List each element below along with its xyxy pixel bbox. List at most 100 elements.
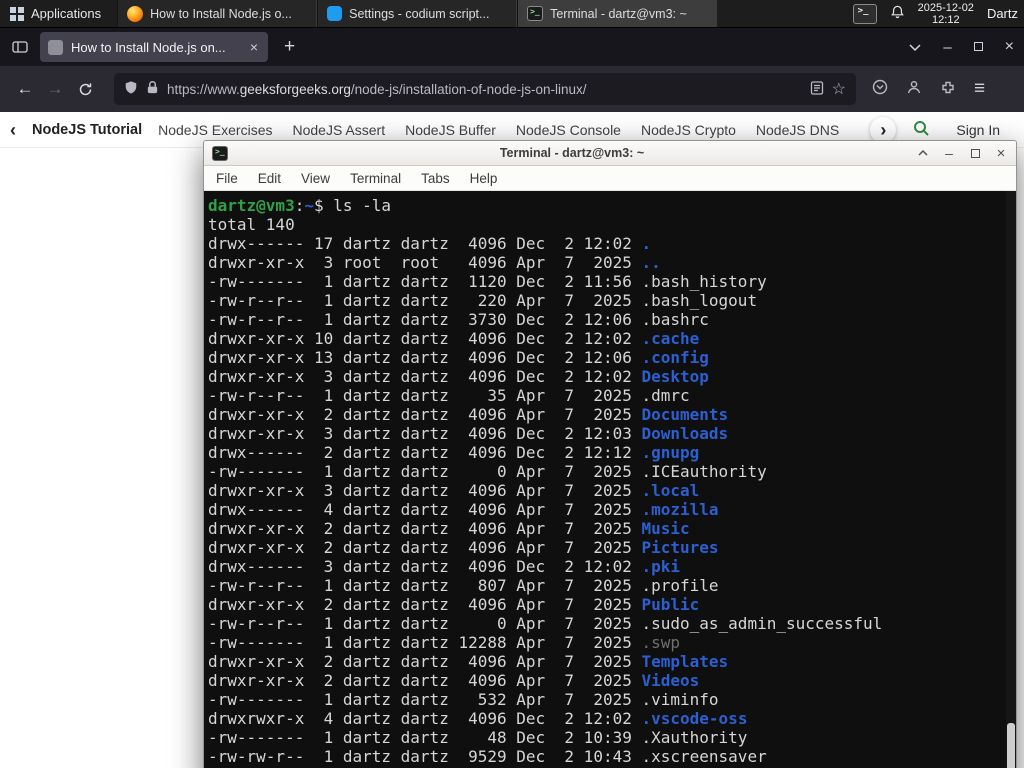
terminal-line: -rw------- 1 dartz dartz 12288 Apr 7 202… bbox=[208, 633, 681, 652]
menu-help[interactable]: Help bbox=[460, 171, 508, 186]
terminal-maximize-icon bbox=[970, 148, 980, 158]
applications-menu-button[interactable]: Applications bbox=[0, 0, 111, 27]
terminal-minimize-button[interactable]: – bbox=[942, 145, 956, 161]
maximize-icon bbox=[973, 42, 983, 51]
new-tab-button[interactable]: + bbox=[284, 36, 295, 58]
gfg-links: NodeJS Exercises NodeJS Assert NodeJS Buff… bbox=[158, 122, 854, 138]
list-tabs-chevron-icon[interactable] bbox=[909, 38, 921, 56]
sign-in-button[interactable]: Sign In bbox=[956, 122, 1000, 138]
terminal-line: -rw------- 1 dartz dartz 48 Dec 2 10:39 … bbox=[208, 728, 748, 747]
nav-link[interactable]: NodeJS Crypto bbox=[641, 122, 736, 138]
nav-link[interactable]: NodeJS Assert bbox=[293, 122, 386, 138]
nav-link[interactable]: NodeJS Console bbox=[516, 122, 621, 138]
browser-toolbar: ← → https://www.geeksforgeeks.org/node-j… bbox=[0, 66, 1024, 112]
browser-tab[interactable]: How to Install Node.js on... × bbox=[40, 32, 268, 62]
terminal-line: drwxr-xr-x 2 dartz dartz 4096 Apr 7 2025… bbox=[208, 405, 729, 424]
nav-link-primary[interactable]: NodeJS Tutorial bbox=[32, 122, 142, 138]
clock[interactable]: 2025-12-02 12:12 bbox=[918, 2, 974, 26]
top-panel: Applications How to Install Node.js o...… bbox=[0, 0, 1024, 28]
terminal-line: drwx------ 3 dartz dartz 4096 Dec 2 12:0… bbox=[208, 557, 681, 576]
terminal-line: -rw-r--r-- 1 dartz dartz 3730 Dec 2 12:0… bbox=[208, 310, 709, 329]
terminal-line: -rw------- 1 dartz dartz 532 Apr 7 2025 … bbox=[208, 690, 719, 709]
menu-tabs[interactable]: Tabs bbox=[411, 171, 460, 186]
tab-favicon bbox=[48, 39, 63, 55]
back-button[interactable]: ← bbox=[10, 74, 40, 104]
menu-edit[interactable]: Edit bbox=[248, 171, 291, 186]
tray-terminal-icon[interactable] bbox=[852, 3, 877, 24]
terminal-menubar: File Edit View Terminal Tabs Help bbox=[204, 166, 1016, 191]
terminal-maximize-button[interactable] bbox=[968, 148, 982, 158]
search-icon[interactable] bbox=[912, 119, 930, 140]
terminal-close-button[interactable]: × bbox=[994, 145, 1008, 162]
taskbar-button-terminal[interactable]: Terminal - dartz@vm3: ~ bbox=[517, 0, 718, 27]
terminal-scrollbar-thumb[interactable] bbox=[1007, 723, 1015, 768]
firefox-icon bbox=[127, 5, 144, 22]
codium-icon bbox=[327, 6, 343, 21]
account-icon[interactable] bbox=[906, 79, 922, 100]
nav-scroll-right-icon: › bbox=[880, 119, 887, 140]
desktop: Applications How to Install Node.js o...… bbox=[0, 0, 1024, 768]
terminal-line: drwxr-xr-x 13 dartz dartz 4096 Dec 2 12:… bbox=[208, 348, 709, 367]
terminal-line: drwxr-xr-x 2 dartz dartz 4096 Apr 7 2025… bbox=[208, 671, 700, 690]
terminal-line: drwx------ 17 dartz dartz 4096 Dec 2 12:… bbox=[208, 234, 652, 253]
url-bar[interactable]: https://www.geeksforgeeks.org/node-js/in… bbox=[114, 73, 856, 105]
extensions-icon[interactable] bbox=[940, 79, 956, 100]
window-controls: – × bbox=[909, 38, 1014, 56]
taskbar-button-codium[interactable]: Settings - codium script... bbox=[317, 0, 518, 27]
terminal-body[interactable]: dartz@vm3:~$ ls -la total 140 drwx------ 1… bbox=[204, 191, 1016, 768]
url-path: /node-js/installation-of-node-js-on-linu… bbox=[350, 81, 587, 97]
menu-terminal[interactable]: Terminal bbox=[340, 171, 411, 186]
terminal-scrollbar[interactable] bbox=[1006, 191, 1016, 768]
shade-window-icon[interactable] bbox=[916, 149, 930, 157]
url-prefix: https://www. bbox=[167, 81, 240, 97]
nav-scroll-right-button[interactable]: › bbox=[870, 116, 897, 143]
taskbar: How to Install Node.js o... Settings - co… bbox=[117, 0, 718, 27]
menu-file[interactable]: File bbox=[206, 171, 248, 186]
nav-link[interactable]: NodeJS Buffer bbox=[405, 122, 496, 138]
pocket-icon[interactable] bbox=[872, 79, 888, 100]
forward-button[interactable]: → bbox=[40, 74, 70, 104]
terminal-app-icon bbox=[212, 145, 228, 161]
terminal-line: drwxr-xr-x 10 dartz dartz 4096 Dec 2 12:… bbox=[208, 329, 700, 348]
menu-view[interactable]: View bbox=[291, 171, 340, 186]
nav-link[interactable]: NodeJS Exercises bbox=[158, 122, 272, 138]
maximize-button[interactable] bbox=[973, 38, 983, 56]
terminal-line: drwxr-xr-x 2 dartz dartz 4096 Apr 7 2025… bbox=[208, 538, 719, 557]
taskbar-button-label: How to Install Node.js o... bbox=[150, 6, 292, 21]
menu-icon[interactable]: ≡ bbox=[974, 78, 985, 100]
terminal-line: -rw-rw-r-- 1 dartz dartz 9529 Dec 2 10:4… bbox=[208, 747, 767, 766]
tab-close-icon[interactable]: × bbox=[248, 39, 260, 55]
terminal-line: -rw-r--r-- 1 dartz dartz 220 Apr 7 2025 … bbox=[208, 291, 758, 310]
terminal-line: drwxr-xr-x 3 root root 4096 Apr 7 2025 .… bbox=[208, 253, 661, 272]
terminal-line: -rw-r--r-- 1 dartz dartz 0 Apr 7 2025 .s… bbox=[208, 614, 883, 633]
firefox-view-icon[interactable] bbox=[12, 39, 28, 55]
notifications-bell-icon[interactable] bbox=[890, 4, 905, 23]
bookmark-star-icon[interactable]: ☆ bbox=[832, 79, 846, 99]
applications-icon bbox=[10, 6, 24, 21]
terminal-line: dartz@vm3:~$ ls -la bbox=[208, 196, 392, 215]
clock-date: 2025-12-02 bbox=[917, 1, 974, 14]
tracking-shield-icon[interactable] bbox=[124, 80, 138, 98]
terminal-line: total 140 bbox=[208, 215, 295, 234]
terminal-line: drwxr-xr-x 3 dartz dartz 4096 Dec 2 12:0… bbox=[208, 367, 709, 386]
terminal-icon bbox=[527, 6, 544, 21]
panel-user: Dartz bbox=[986, 6, 1018, 21]
terminal-titlebar[interactable]: Terminal - dartz@vm3: ~ – × bbox=[204, 141, 1016, 166]
taskbar-button-label: Settings - codium script... bbox=[349, 6, 490, 21]
reader-view-icon[interactable] bbox=[810, 80, 824, 98]
panel-right: 2025-12-02 12:12 Dartz bbox=[852, 0, 1024, 27]
terminal-line: drwxrwxr-x 4 dartz dartz 4096 Dec 2 12:0… bbox=[208, 709, 748, 728]
terminal-line: drwxr-xr-x 3 dartz dartz 4096 Apr 7 2025… bbox=[208, 481, 700, 500]
taskbar-button-firefox[interactable]: How to Install Node.js o... bbox=[117, 0, 318, 27]
applications-label: Applications bbox=[31, 6, 102, 21]
reload-button[interactable] bbox=[70, 74, 100, 104]
nav-link[interactable]: NodeJS DNS bbox=[756, 122, 839, 138]
taskbar-button-label: Terminal - dartz@vm3: ~ bbox=[550, 6, 687, 21]
close-button[interactable]: × bbox=[1005, 38, 1014, 56]
minimize-button[interactable]: – bbox=[943, 39, 951, 56]
lock-icon[interactable] bbox=[146, 80, 159, 98]
terminal-line: drwx------ 2 dartz dartz 4096 Dec 2 12:1… bbox=[208, 443, 700, 462]
terminal-line: drwxr-xr-x 2 dartz dartz 4096 Apr 7 2025… bbox=[208, 595, 700, 614]
nav-scroll-left-icon[interactable]: ‹ bbox=[10, 121, 16, 139]
terminal-line: -rw------- 1 dartz dartz 0 Apr 7 2025 .I… bbox=[208, 462, 767, 481]
